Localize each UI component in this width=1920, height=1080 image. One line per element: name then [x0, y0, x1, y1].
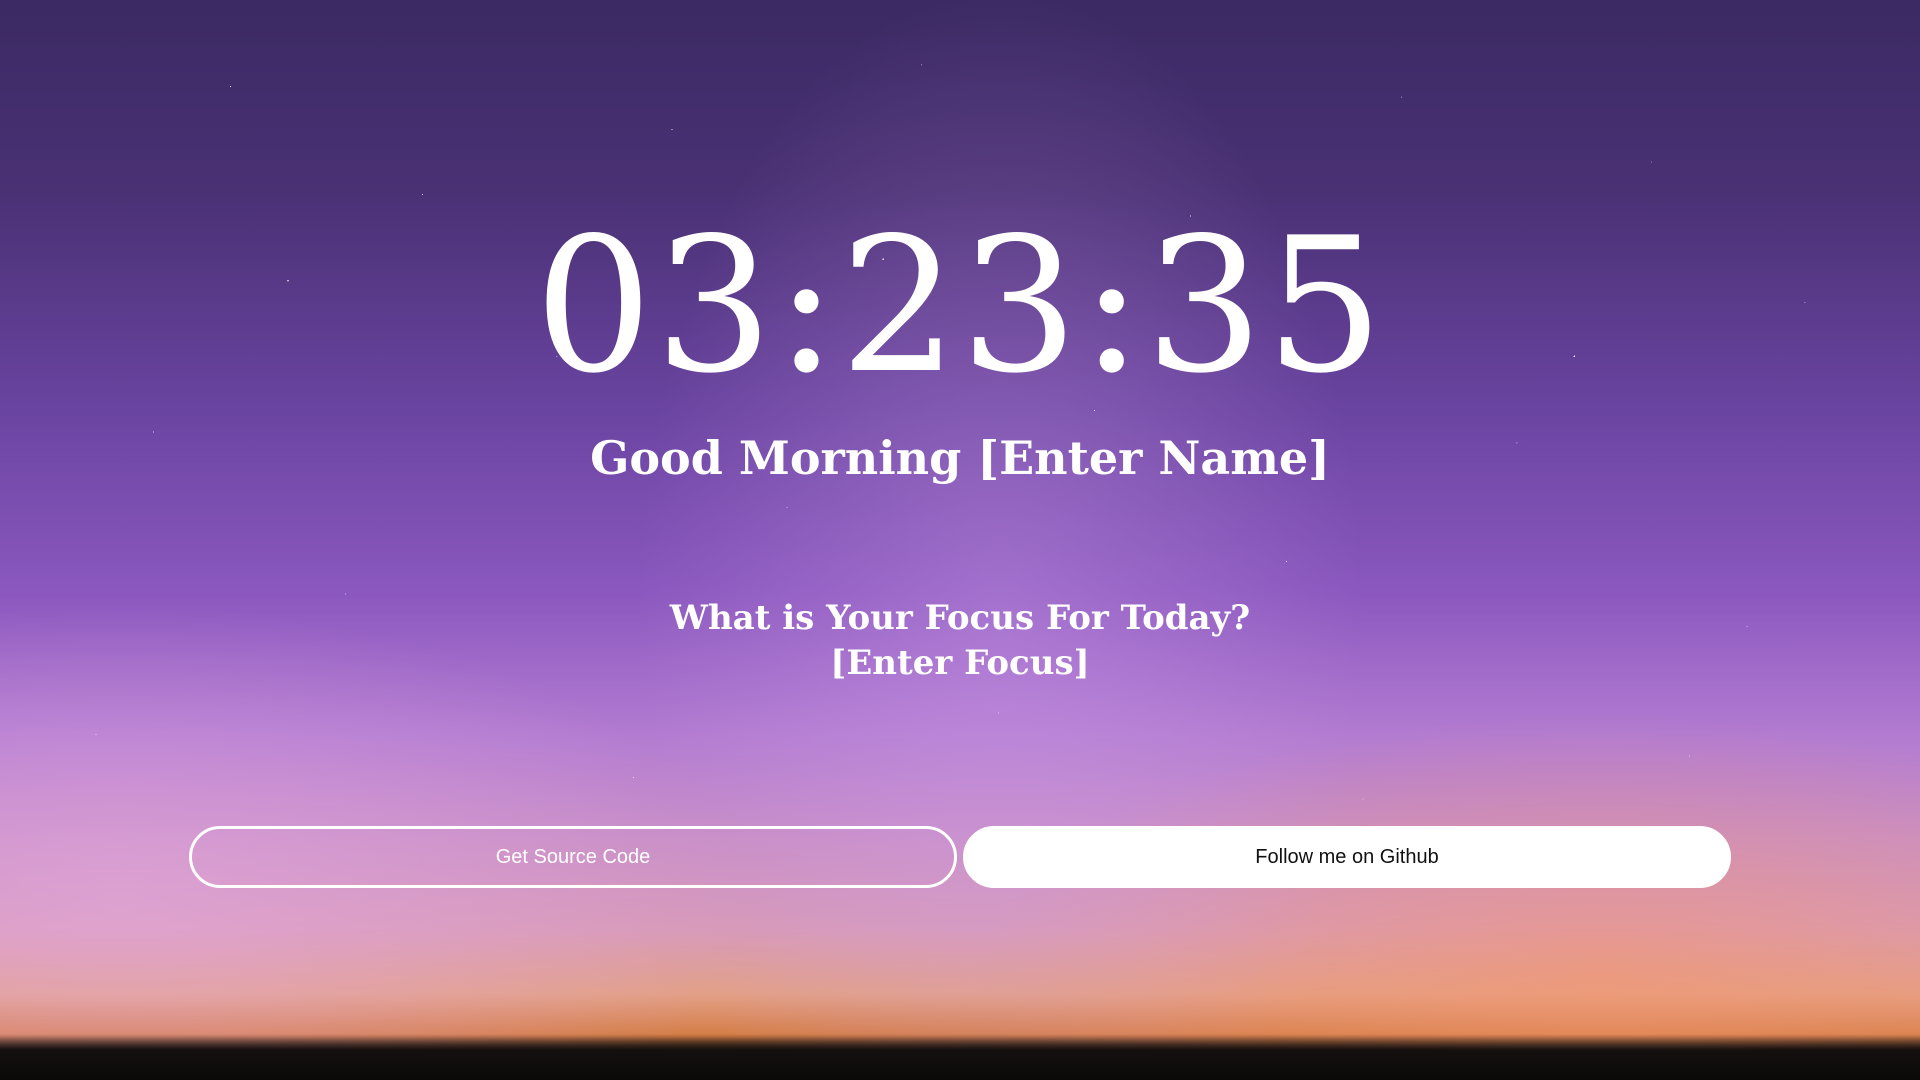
focus-field[interactable]: [Enter Focus]	[0, 641, 1920, 685]
follow-github-button[interactable]: Follow me on Github	[963, 826, 1731, 888]
get-source-code-button[interactable]: Get Source Code	[189, 826, 957, 888]
greeting: Good Morning [Enter Name]	[0, 428, 1920, 488]
star-field-background	[0, 0, 1920, 1080]
focus-question: What is Your Focus For Today?	[669, 598, 1251, 638]
greeting-prefix: Good Morning	[590, 431, 962, 485]
focus-dashboard: { "clock": { "time": "03:23:35" }, "gree…	[0, 0, 1920, 1080]
clock-display: 03:23:35	[534, 197, 1386, 414]
name-field[interactable]: [Enter Name]	[977, 431, 1330, 485]
horizon-silhouette	[0, 1034, 1920, 1080]
